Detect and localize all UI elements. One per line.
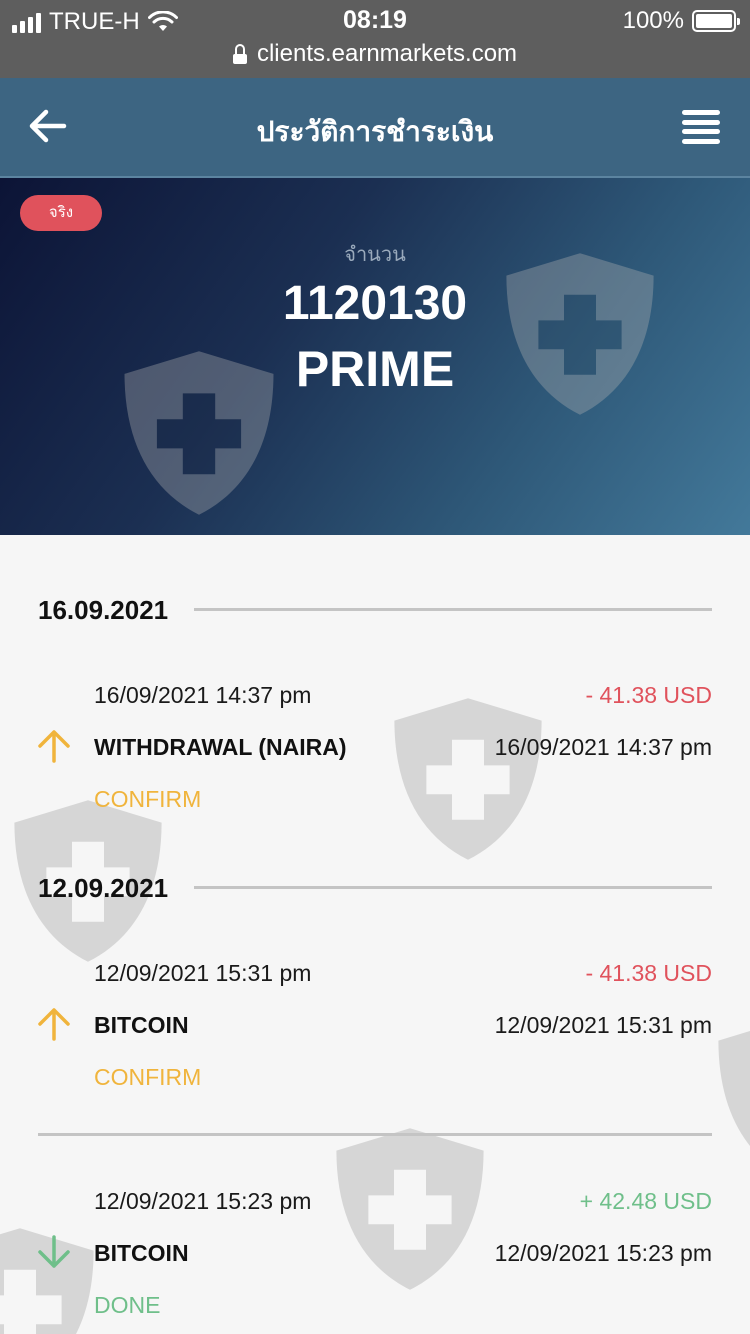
app-header: ประวัติการชำระเงิน: [0, 78, 750, 178]
date-heading: 12.09.2021: [38, 873, 169, 903]
arrow-up-icon: [38, 730, 70, 763]
date-divider: [194, 608, 712, 611]
account-number: 1120130: [282, 277, 468, 330]
transaction-row[interactable]: 16/09/2021 14:37 pm - 41.38 USD WITHDRAW…: [0, 682, 750, 842]
transaction-method: BITCOIN: [94, 1240, 189, 1266]
menu-icon[interactable]: [682, 110, 720, 144]
date-divider: [194, 886, 712, 889]
account-type-badge: จริง: [20, 195, 102, 231]
transaction-row[interactable]: 12/09/2021 15:31 pm - 41.38 USD BITCOIN …: [0, 960, 750, 1120]
account-summary: จริง จำนวน 1120130 PRIME: [0, 178, 750, 535]
transaction-method: WITHDRAWAL (NAIRA): [94, 734, 347, 760]
transaction-method: BITCOIN: [94, 1012, 189, 1038]
transaction-datetime: 12/09/2021 15:23 pm: [94, 1188, 312, 1214]
lock-icon: [232, 44, 247, 64]
status-right: 100%: [622, 7, 740, 35]
account-type: PRIME: [295, 341, 455, 397]
url-text: clients.earnmarkets.com: [256, 40, 518, 67]
transaction-amount: - 41.38 USD: [585, 682, 712, 708]
date-heading: 16.09.2021: [38, 595, 169, 625]
transaction-datetime: 12/09/2021 15:31 pm: [94, 960, 312, 986]
transaction-datetime: 16/09/2021 14:37 pm: [94, 682, 312, 708]
transaction-datetime-secondary: 12/09/2021 15:23 pm: [494, 1240, 712, 1266]
transaction-amount: + 42.48 USD: [579, 1188, 712, 1214]
arrow-down-icon: [38, 1235, 70, 1268]
status-bar: TRUE-H 08:19 100% clients.earnmarkets.co…: [0, 0, 750, 78]
transaction-datetime-secondary: 16/09/2021 14:37 pm: [494, 734, 712, 760]
battery-icon: [692, 10, 740, 32]
page-title: ประวัติการชำระเงิน: [256, 116, 494, 147]
address-bar[interactable]: clients.earnmarkets.com: [0, 40, 750, 68]
transaction-status: DONE: [94, 1292, 161, 1318]
row-divider: [38, 1133, 712, 1136]
transaction-status: CONFIRM: [94, 1064, 202, 1090]
payment-history-list: 16.09.2021 16/09/2021 14:37 pm - 41.38 U…: [0, 535, 750, 1334]
arrow-up-icon: [38, 1008, 70, 1041]
amount-label: จำนวน: [344, 244, 406, 266]
transaction-row[interactable]: 12/09/2021 15:23 pm + 42.48 USD BITCOIN …: [0, 1188, 750, 1334]
transaction-status: CONFIRM: [94, 786, 202, 812]
transaction-datetime-secondary: 12/09/2021 15:31 pm: [494, 1012, 712, 1038]
transaction-amount: - 41.38 USD: [585, 960, 712, 986]
battery-percent: 100%: [622, 7, 684, 34]
